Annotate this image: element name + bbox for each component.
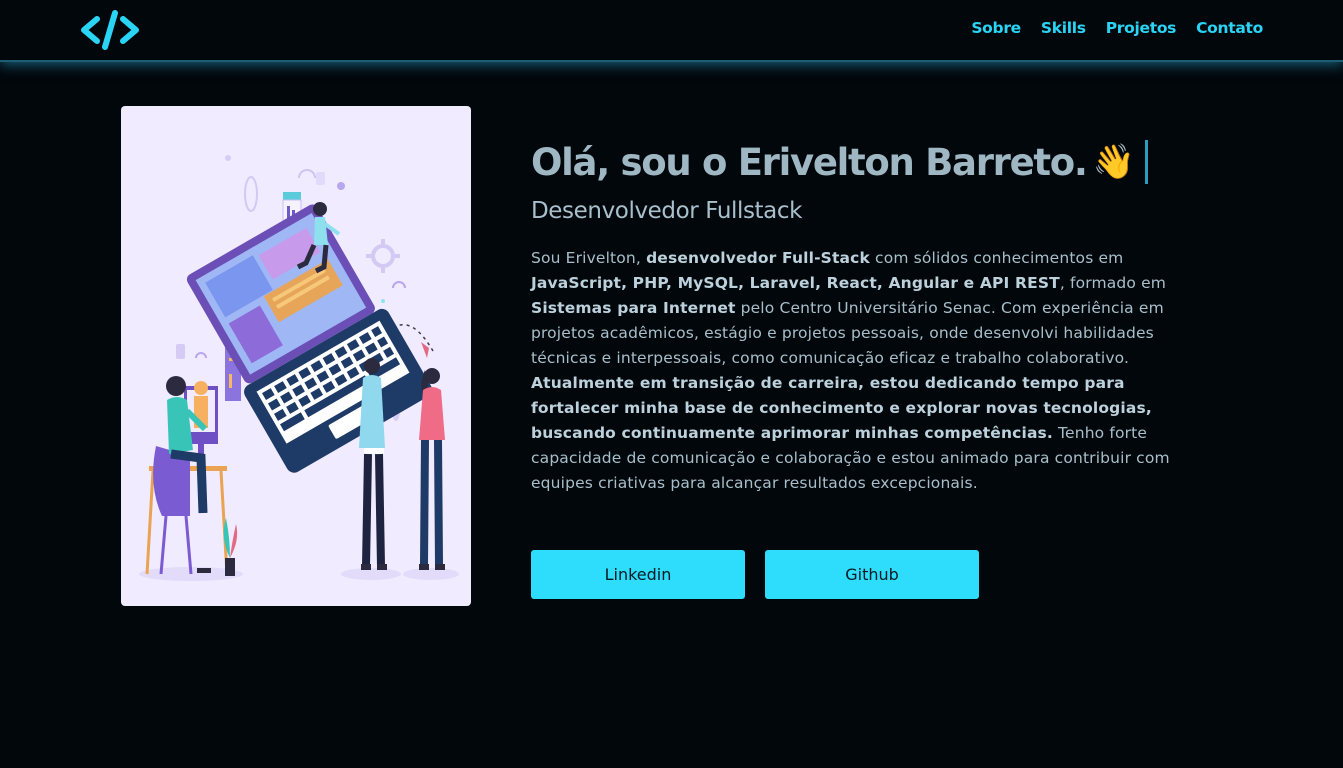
waving-hand-icon: 👋 — [1092, 142, 1135, 182]
bio-text: Sou Erivelton, — [531, 249, 647, 267]
typing-cursor — [1145, 140, 1148, 184]
github-button[interactable]: Github — [765, 550, 979, 599]
bio-text: , formado em — [1059, 274, 1167, 292]
hero-illustration — [121, 106, 471, 606]
hero-heading: Olá, sou o Erivelton Barreto. — [531, 140, 1088, 184]
nav-link-sobre[interactable]: Sobre — [971, 19, 1021, 37]
bio-text: com sólidos conhecimentos em — [869, 249, 1124, 267]
bio-highlight: JavaScript, PHP, MySQL, Laravel, React, … — [531, 274, 1060, 292]
bio-highlight: Sistemas para Internet — [531, 299, 736, 317]
social-buttons: Linkedin Github — [531, 550, 979, 599]
bio-highlight: desenvolvedor Full-Stack — [646, 249, 870, 267]
nav-link-skills[interactable]: Skills — [1041, 19, 1086, 37]
hero-content: Olá, sou o Erivelton Barreto. 👋 Desenvol… — [531, 136, 1191, 496]
nav-links: Sobre Skills Projetos Contato — [971, 19, 1263, 37]
nav-link-contato[interactable]: Contato — [1196, 19, 1263, 37]
nav-link-projetos[interactable]: Projetos — [1106, 19, 1177, 37]
navbar: Sobre Skills Projetos Contato — [0, 0, 1343, 62]
linkedin-button[interactable]: Linkedin — [531, 550, 745, 599]
heading-line: Olá, sou o Erivelton Barreto. 👋 — [531, 136, 1191, 188]
hero-subtitle: Desenvolvedor Fullstack — [531, 198, 803, 224]
logo-code-icon[interactable] — [80, 10, 140, 50]
bio-paragraph: Sou Erivelton, desenvolvedor Full-Stack … — [531, 246, 1186, 496]
